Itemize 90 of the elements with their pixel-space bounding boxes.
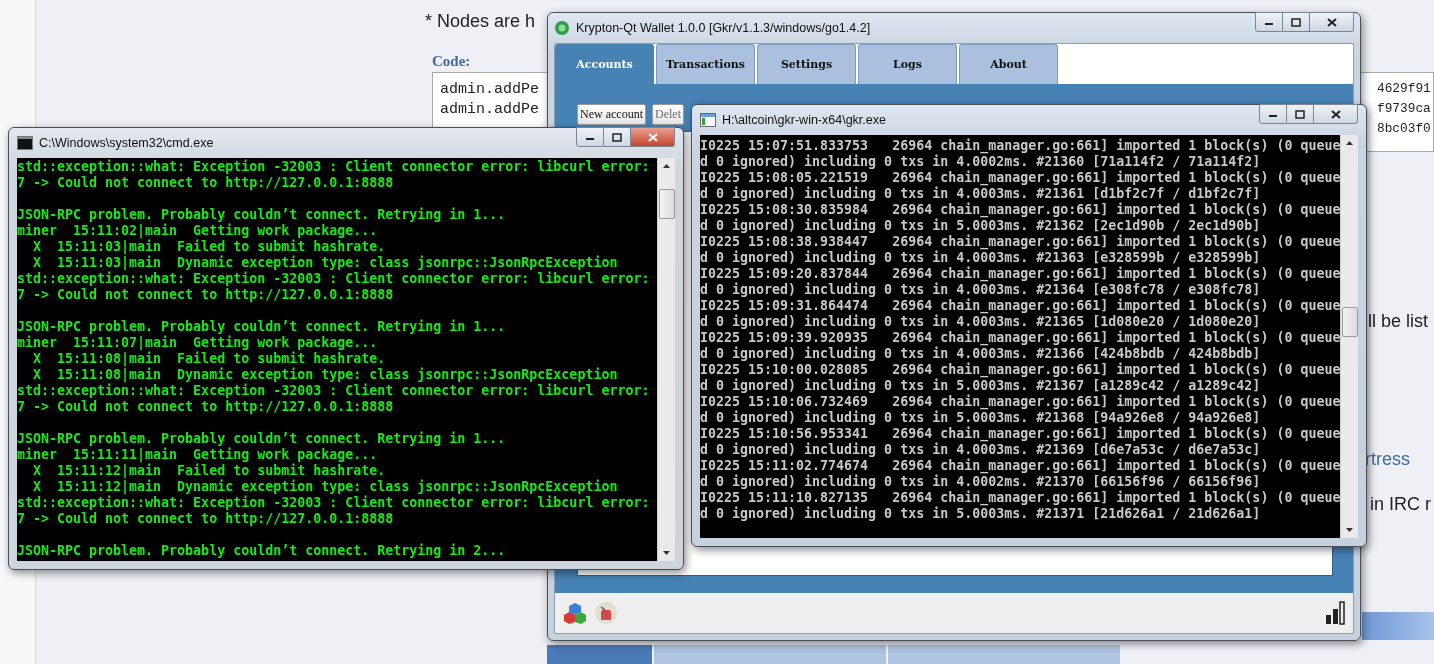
window-title: Krypton-Qt Wallet 1.0.0 [Gkr/v1.1.3/windows/go1.4.2] (576, 21, 872, 35)
console-line: 7 -> Could not connect to http://127.0.0.1:8888 (17, 399, 395, 415)
fuel-button[interactable] (595, 602, 617, 624)
console-line: miner 15:11:07|main Getting work package... (17, 335, 379, 351)
console-line: 7 -> Could not connect to http://127.0.0.1:8888 (17, 175, 395, 191)
new-account-button[interactable]: New account (577, 104, 646, 125)
code-label: Code: (432, 53, 471, 70)
console-line: d 0 ignored) including 0 txs in 4.0003ms. #21361 [d1bf2c7f / d1bf2c7f] (700, 186, 1262, 202)
console-line: miner 15:11:02|main Getting work package... (17, 223, 379, 239)
console-line: std::exception::what: Exception -32003 : Client connector error: libcurl error: (17, 383, 651, 399)
console-line: d 0 ignored) including 0 txs in 5.0003ms. #21371 [21d626a1 / 21d626a1] (700, 506, 1262, 522)
maximize-button[interactable] (604, 127, 631, 147)
signal-icon (1325, 601, 1345, 625)
minimize-button[interactable] (1255, 12, 1283, 32)
cubes-icon[interactable] (563, 602, 587, 624)
console-line: d 0 ignored) including 0 txs in 5.0003ms. #21362 [2ec1d90b / 2ec1d90b] (700, 218, 1262, 234)
minimize-button[interactable] (576, 127, 604, 147)
page-text: ll be list (1368, 311, 1430, 332)
console-line: miner 15:11:11|main Getting work package... (17, 447, 379, 463)
console-line: 7 -> Could not connect to http://127.0.0.1:8888 (17, 511, 395, 527)
console-line: X 15:11:03|main Dynamic exception type: class jsonrpc::JsonRpcException (33, 255, 619, 271)
scrollbar-thumb[interactable] (659, 189, 675, 219)
close-icon (647, 132, 658, 142)
console-line: d 0 ignored) including 0 txs in 4.0003ms. #21363 [e328599b / e328599b] (700, 250, 1262, 266)
delete-button[interactable]: Delet (652, 104, 684, 125)
console-line: I0225 15:10:56.953341 26964 chain_manager.go:661] imported 1 block(s) (0 queue (700, 426, 1340, 442)
tab[interactable]: Settings (757, 44, 856, 84)
console-line: I0225 15:11:02.774674 26964 chain_manager.go:661] imported 1 block(s) (0 queue (700, 458, 1340, 474)
code-line: admin.addPe (440, 81, 540, 98)
console-line: I0225 15:10:06.732469 26964 chain_manager.go:661] imported 1 block(s) (0 queue (700, 394, 1340, 410)
scrollbar-thumb[interactable] (1342, 307, 1358, 337)
code-line: 4629f91 (1377, 81, 1431, 96)
console-line: std::exception::what: Exception -32003 : Client connector error: libcurl error: (17, 271, 651, 287)
console-line: X 15:11:03|main Failed to submit hashrate. (32, 239, 387, 255)
console-line: d 0 ignored) including 0 txs in 4.0003ms. #21366 [424b8bdb / 424b8bdb] (700, 346, 1262, 362)
console-line: X 15:11:12|main Dynamic exception type: class jsonrpc::JsonRpcException (33, 479, 619, 495)
console-line: I0225 15:11:10.827135 26964 chain_manager.go:661] imported 1 block(s) (0 queue (700, 490, 1340, 506)
console-line: d 0 ignored) including 0 txs in 4.0002ms. #21360 [71a114f2 / 71a114f2] (700, 154, 1262, 170)
console-line: X 15:11:08|main Failed to submit hashrate. (32, 351, 387, 367)
window-title: H:\altcoin\gkr-win-x64\gkr.exe (722, 113, 887, 127)
console-line: I0225 15:08:38.938447 26964 chain_manager.go:661] imported 1 block(s) (0 queue (700, 234, 1340, 250)
maximize-icon (1291, 17, 1301, 27)
code-line: 8bc03f0 (1377, 121, 1431, 136)
close-icon (1330, 109, 1341, 119)
maximize-button[interactable] (1283, 12, 1310, 32)
console-line: I0225 15:08:30.835984 26964 chain_manager.go:661] imported 1 block(s) (0 queue (700, 202, 1340, 218)
console-line: I0225 15:10:00.028085 26964 chain_manager.go:661] imported 1 block(s) (0 queue (700, 362, 1340, 378)
tab[interactable]: Accounts (555, 44, 654, 84)
tab[interactable]: Transactions (656, 44, 755, 84)
close-button[interactable] (1310, 12, 1354, 32)
console-line: d 0 ignored) including 0 txs in 4.0003ms. #21369 [d6e7a53c / d6e7a53c] (700, 442, 1262, 458)
minimize-button[interactable] (1259, 104, 1287, 124)
maximize-icon (612, 132, 622, 142)
console-line: I0225 15:09:31.864474 26964 chain_manager.go:661] imported 1 block(s) (0 queue (700, 298, 1340, 314)
tab[interactable]: Logs (858, 44, 957, 84)
page-heading: * Nodes are h (425, 11, 536, 32)
scrollbar[interactable] (1340, 135, 1358, 538)
console-line: I0225 15:08:05.221519 26964 chain_manager.go:661] imported 1 block(s) (0 queue (700, 170, 1340, 186)
terminal-icon (17, 136, 33, 150)
console-line: JSON-RPC problem. Probably couldn’t connect. Retrying in 1... (17, 319, 507, 335)
maximize-button[interactable] (1287, 104, 1314, 124)
maximize-icon (1295, 109, 1305, 119)
console-line: I0225 15:07:51.833753 26964 chain_manager.go:661] imported 1 block(s) (0 queue (700, 138, 1340, 154)
code-line: admin.addPe (440, 101, 540, 118)
console-line: std::exception::what: Exception -32003 : Client connector error: libcurl error: (17, 495, 651, 511)
console-line: JSON-RPC problem. Probably couldn’t connect. Retrying in 1... (17, 207, 507, 223)
console-line: d 0 ignored) including 0 txs in 4.0002ms. #21370 [66156f96 / 66156f96] (700, 474, 1262, 490)
close-button[interactable] (1314, 104, 1358, 124)
console-line: I0225 15:09:20.837844 26964 chain_manager.go:661] imported 1 block(s) (0 queue (700, 266, 1340, 282)
scrollbar[interactable] (657, 158, 675, 561)
page-text: in IRC r (1370, 494, 1432, 515)
page-bar (1362, 612, 1434, 640)
console-line: I0225 15:09:39.920935 26964 chain_manager.go:661] imported 1 block(s) (0 queue (700, 330, 1340, 346)
console-line: JSON-RPC problem. Probably couldn’t connect. Retrying in 1... (17, 431, 507, 447)
code-line: f9739ca (1377, 101, 1431, 116)
console-line: d 0 ignored) including 0 txs in 4.0003ms. #21364 [e308fc78 / e308fc78] (700, 282, 1262, 298)
console-line: std::exception::what: Exception -32003 : Client connector error: libcurl error: (17, 159, 651, 175)
console-line: X 15:11:08|main Dynamic exception type: class jsonrpc::JsonRpcException (33, 367, 619, 383)
window-icon (700, 113, 716, 127)
gem-icon (554, 20, 570, 36)
console-line: d 0 ignored) including 0 txs in 4.0003ms. #21365 [1d080e20 / 1d080e20] (700, 314, 1262, 330)
console-line: d 0 ignored) including 0 txs in 5.0003ms. #21368 [94a926e8 / 94a926e8] (700, 410, 1262, 426)
console-line: 7 -> Could not connect to http://127.0.0.1:8888 (17, 287, 395, 303)
console-line: d 0 ignored) including 0 txs in 5.0003ms. #21367 [a1289c42 / a1289c42] (700, 378, 1262, 394)
console-line: JSON-RPC problem. Probably couldn’t connect. Retrying in 2... (17, 543, 507, 559)
fuel-can-icon (599, 605, 613, 621)
tab[interactable]: About (959, 44, 1058, 84)
close-icon (1326, 17, 1337, 27)
window-title: C:\Windows\system32\cmd.exe (39, 136, 215, 150)
console-line: X 15:11:12|main Failed to submit hashrate. (32, 463, 387, 479)
